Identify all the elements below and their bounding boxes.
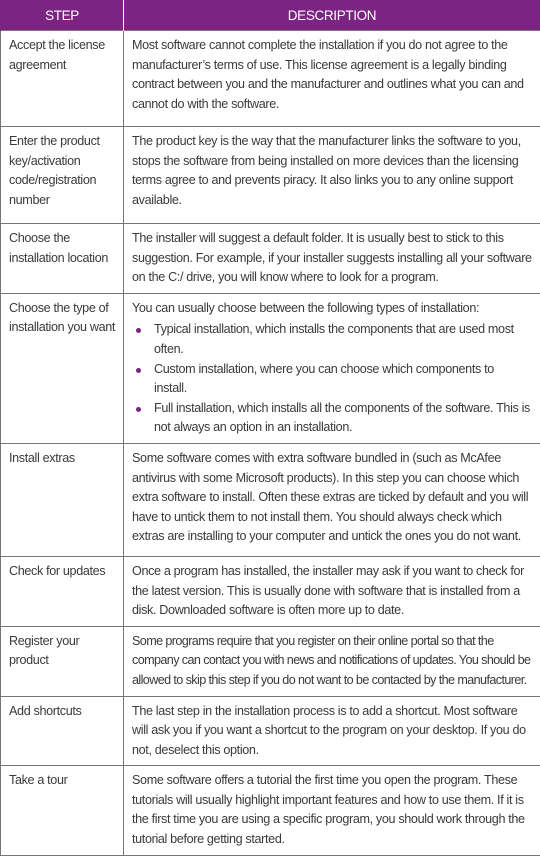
- table-row: Choose the type of installation you want…: [1, 293, 540, 443]
- description-cell: The product key is the way that the manu…: [124, 127, 540, 224]
- list-item: Full installation, which installs all th…: [132, 399, 536, 438]
- step-cell: Enter the product key/activation code/re…: [1, 127, 124, 224]
- description-cell: The installer will suggest a default fol…: [124, 224, 540, 294]
- step-cell: Install extras: [1, 443, 124, 556]
- bullet-icon: [136, 328, 141, 333]
- description-cell: You can usually choose between the follo…: [124, 293, 540, 443]
- description-cell: Some software comes with extra software …: [124, 443, 540, 556]
- description-intro: You can usually choose between the follo…: [132, 299, 536, 319]
- step-cell: Register your product: [1, 626, 124, 696]
- table-header-row: STEP DESCRIPTION: [1, 0, 540, 31]
- list-item-text: Custom installation, where you can choos…: [154, 362, 494, 396]
- description-cell: Once a program has installed, the instal…: [124, 556, 540, 626]
- step-cell: Choose the type of installation you want: [1, 293, 124, 443]
- table-row: Accept the license agreement Most softwa…: [1, 31, 540, 127]
- table-row: Register your product Some programs requ…: [1, 626, 540, 696]
- bullet-icon: [136, 368, 141, 373]
- list-item-text: Full installation, which installs all th…: [154, 401, 530, 435]
- step-cell: Check for updates: [1, 556, 124, 626]
- list-item: Custom installation, where you can choos…: [132, 360, 536, 399]
- step-cell: Take a tour: [1, 766, 124, 855]
- table-row: Choose the installation location The ins…: [1, 224, 540, 294]
- list-item-text: Typical installation, which installs the…: [154, 322, 514, 356]
- description-cell: Most software cannot complete the instal…: [124, 31, 540, 127]
- bullet-icon: [136, 407, 141, 412]
- step-cell: Accept the license agreement: [1, 31, 124, 127]
- column-header-step: STEP: [1, 0, 124, 31]
- table-row: Add shortcuts The last step in the insta…: [1, 696, 540, 766]
- table-row: Take a tour Some software offers a tutor…: [1, 766, 540, 855]
- description-cell: Some software offers a tutorial the firs…: [124, 766, 540, 855]
- step-cell: Choose the installation location: [1, 224, 124, 294]
- description-cell: The last step in the installation proces…: [124, 696, 540, 766]
- table-row: Check for updates Once a program has ins…: [1, 556, 540, 626]
- installation-types-list: Typical installation, which installs the…: [132, 320, 536, 438]
- list-item: Typical installation, which installs the…: [132, 320, 536, 359]
- installation-steps-table: STEP DESCRIPTION Accept the license agre…: [0, 0, 540, 856]
- table-row: Enter the product key/activation code/re…: [1, 127, 540, 224]
- column-header-description: DESCRIPTION: [124, 0, 540, 31]
- step-cell: Add shortcuts: [1, 696, 124, 766]
- description-cell: Some programs require that you register …: [124, 626, 540, 696]
- table-row: Install extras Some software comes with …: [1, 443, 540, 556]
